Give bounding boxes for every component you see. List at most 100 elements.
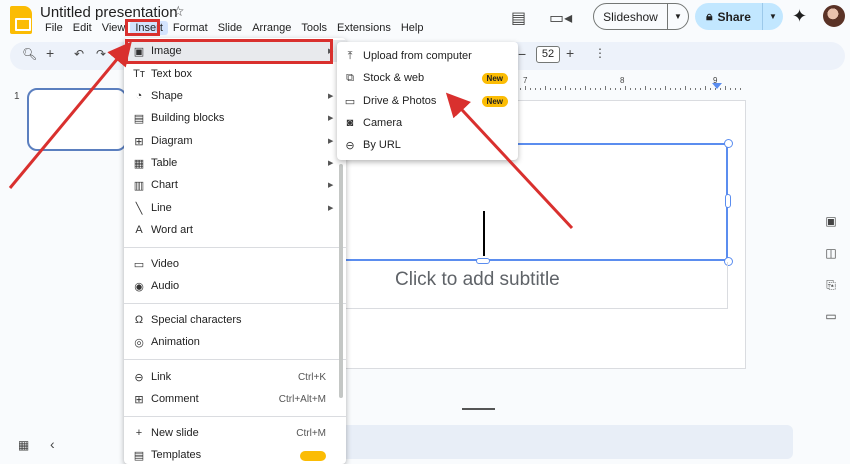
menu-file[interactable]: File [40,21,68,35]
search-menus-icon[interactable]: 🔍︎ [22,47,37,61]
calendar-icon[interactable]: ▣ [823,214,839,228]
zoom-in-button[interactable]: + [566,45,574,61]
table-icon: ▦ [133,157,145,170]
submenu-item-camera[interactable]: ◙ Camera [337,112,518,134]
menu-separator [124,359,346,360]
ruler-tick [610,88,611,90]
share-button[interactable]: 🔒︎ Share ▼ [695,3,783,30]
building-blocks-icon: ▤ [133,112,145,125]
ruler-tick [635,88,636,90]
folder-icon: ▭ [344,95,356,108]
slides-logo[interactable] [10,6,32,34]
ruler-tick [565,86,566,90]
folder-icon[interactable]: ▭ [823,309,839,323]
menu-separator [124,416,346,417]
ruler-number: 7 [523,76,528,85]
undo-icon[interactable]: ↶ [74,47,84,61]
menu-item-label: Text box [151,68,192,80]
star-icon[interactable]: ☆ [172,3,185,20]
new-badge: New [481,95,508,107]
ruler-tick [665,86,666,90]
video-icon: ▭ [133,258,145,271]
redo-icon[interactable]: ↷ [96,47,106,61]
share-dropdown-icon[interactable]: ▼ [763,12,783,21]
meet-icon[interactable]: ▭◂ [549,8,572,28]
new-slide-icon[interactable]: + [46,45,54,61]
resize-handle[interactable] [724,139,733,148]
ruler-number: 8 [620,76,625,85]
link-icon: ⊖ [345,139,355,152]
diagram-icon: ⊞ [134,135,144,148]
menu-item-link[interactable]: ⊖ Link Ctrl+K [124,366,346,388]
menu-item-video[interactable]: ▭ Video [124,253,346,275]
menu-item-animation[interactable]: ◎ Animation [124,331,346,353]
ruler-tick [705,86,706,90]
menu-edit[interactable]: Edit [68,21,97,35]
menu-item-special-characters[interactable]: Ω Special characters [124,309,346,331]
menu-separator [124,303,346,304]
speaker-notes-drag-handle[interactable] [462,408,495,410]
ruler-tick [710,88,711,90]
subtitle-text[interactable]: Click to add subtitle [395,269,560,291]
submenu-item-by-url[interactable]: ⊖ By URL [337,134,518,156]
menu-extensions[interactable]: Extensions [332,21,396,35]
avatar[interactable] [823,5,845,27]
menu-item-diagram[interactable]: ⊞ Diagram ▶ [124,130,346,152]
keep-icon[interactable]: ◫ [823,246,839,260]
ruler-tick [535,88,536,90]
submenu-item-upload[interactable]: ⤒ Upload from computer [337,45,518,67]
share-label: Share [717,9,751,24]
zoom-out-button[interactable]: − [518,46,526,62]
menu-item-building-blocks[interactable]: ▤ Building blocks ▶ [124,107,346,129]
shortcut-label: Ctrl+Alt+M [278,393,326,405]
gemini-icon[interactable]: ✦ [792,6,807,27]
menu-item-label: New slide [151,427,199,439]
menu-format[interactable]: Format [168,21,213,35]
menu-item-text-box[interactable]: Tт Text box [124,63,346,85]
menu-item-shape[interactable]: ◔ Shape ▶ [124,85,346,107]
tasks-icon[interactable]: ⎘ [823,278,839,293]
slide-thumbnail[interactable] [27,88,127,151]
menu-item-audio[interactable]: ◉ Audio [124,275,346,297]
ruler-indent-marker[interactable] [712,83,722,89]
menu-arrange[interactable]: Arrange [247,21,296,35]
ruler-tick [560,88,561,90]
submenu-item-label: By URL [363,139,401,151]
lock-icon: 🔒︎ [706,9,713,23]
menu-item-table[interactable]: ▦ Table ▶ [124,152,346,174]
menu-item-comment[interactable]: ⊞ Comment Ctrl+Alt+M [124,388,346,410]
menu-tools[interactable]: Tools [296,21,332,35]
menu-item-word-art[interactable]: A Word art [124,219,346,241]
zoom-field[interactable]: 52 [536,46,560,63]
menu-item-label: Link [151,371,172,383]
menu-item-chart[interactable]: ▥ Chart ▶ [124,174,346,196]
collapse-icon[interactable]: ‹ [50,436,55,452]
ruler-tick [530,88,531,90]
ruler-tick [605,86,606,90]
submenu-item-drive-photos[interactable]: ▭ Drive & Photos New [337,90,518,112]
menu-scrollbar[interactable] [339,164,343,398]
ruler-tick [655,88,656,90]
menu-item-new-slide[interactable]: + New slide Ctrl+M [124,422,346,444]
more-options-icon[interactable]: ⋮ [594,46,606,60]
menu-slide[interactable]: Slide [213,21,247,35]
camera-icon: ◙ [346,117,354,129]
ruler-tick [600,88,601,90]
menu-item-label: Special characters [151,314,242,326]
comments-icon[interactable]: ▤ [511,8,526,28]
submenu-item-stock-web[interactable]: ⧉ Stock & web New [337,67,518,89]
speaker-notes-area[interactable] [340,425,793,459]
menu-item-label: Audio [151,280,180,292]
slideshow-dropdown-icon[interactable]: ▼ [668,12,688,21]
slideshow-button[interactable]: Slideshow ▼ [593,3,689,30]
slideshow-label[interactable]: Slideshow [594,4,668,29]
resize-handle[interactable] [725,194,731,208]
ruler-tick [735,88,736,90]
plus-icon: + [135,427,143,439]
menu-item-label: Line [151,202,172,214]
grid-view-icon[interactable]: ▦ [18,438,29,452]
menu-help[interactable]: Help [396,21,429,35]
ruler-tick [620,88,621,90]
menu-item-line[interactable]: ╲ Line ▶ [124,197,346,219]
ruler-tick [545,86,546,90]
